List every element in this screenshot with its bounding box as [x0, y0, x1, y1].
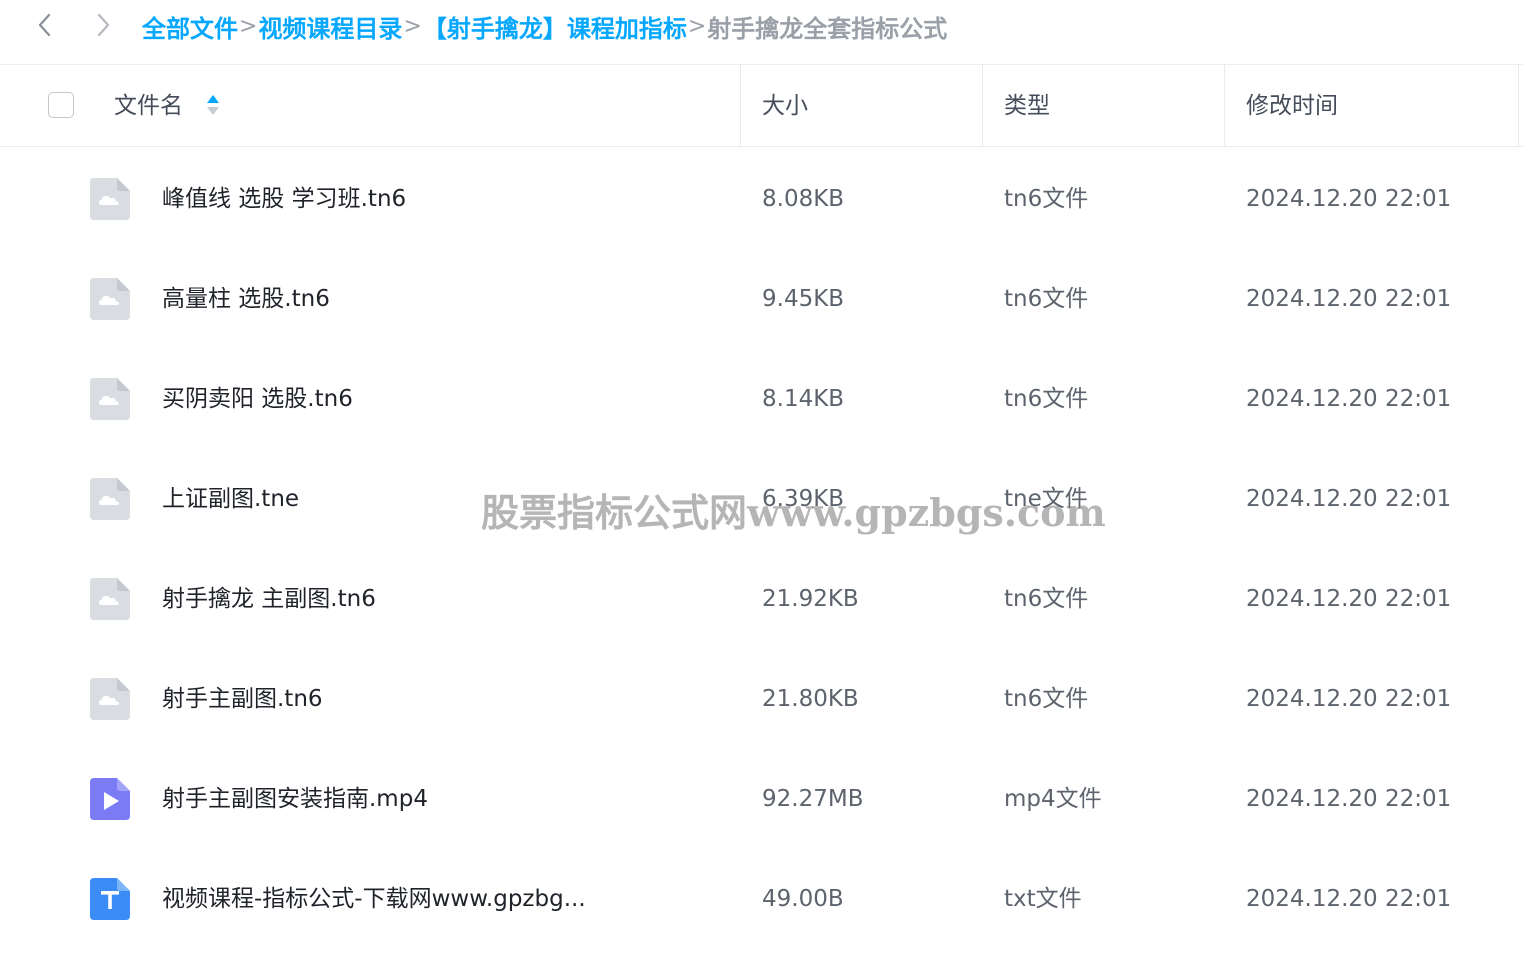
- file-name[interactable]: 射手主副图.tn6: [162, 683, 323, 715]
- select-all-checkbox[interactable]: [48, 92, 74, 118]
- column-header-type[interactable]: 类型: [1004, 90, 1050, 122]
- file-size: 8.08KB: [762, 186, 845, 212]
- file-modified-time: 2024.12.20 22:01: [1246, 386, 1452, 412]
- breadcrumb-current: 射手擒龙全套指标公式: [707, 14, 948, 43]
- file-name[interactable]: 射手主副图安装指南.mp4: [162, 783, 428, 815]
- file-type: tn6文件: [1004, 586, 1089, 612]
- file-size: 49.00B: [762, 886, 844, 912]
- column-header-modified-time[interactable]: 修改时间: [1246, 90, 1338, 122]
- breadcrumb-item-all-files[interactable]: 全部文件: [142, 9, 238, 44]
- file-name[interactable]: 视频课程-指标公式-下载网www.gpzbg...: [162, 883, 586, 915]
- column-divider[interactable]: [1518, 65, 1519, 147]
- column-divider[interactable]: [740, 65, 741, 147]
- breadcrumb-item-course-folder[interactable]: 【射手擒龙】课程加指标: [423, 9, 687, 44]
- file-type: tn6文件: [1004, 386, 1089, 412]
- generic-file-icon: [90, 478, 130, 520]
- table-row[interactable]: 射手主副图.tn6 21.80KB tn6文件 2024.12.20 22:01: [0, 649, 1523, 749]
- file-name[interactable]: 高量柱 选股.tn6: [162, 283, 330, 315]
- table-row[interactable]: 高量柱 选股.tn6 9.45KB tn6文件 2024.12.20 22:01: [0, 249, 1523, 349]
- file-size: 21.92KB: [762, 586, 859, 612]
- file-type: tne文件: [1004, 486, 1088, 512]
- file-name[interactable]: 射手擒龙 主副图.tn6: [162, 583, 376, 615]
- column-divider[interactable]: [1224, 65, 1225, 147]
- generic-file-icon: [90, 278, 130, 320]
- breadcrumb-separator: >: [687, 13, 707, 39]
- file-modified-time: 2024.12.20 22:01: [1246, 686, 1452, 712]
- divider: [0, 146, 1523, 147]
- column-header-size[interactable]: 大小: [762, 90, 808, 122]
- breadcrumb: 全部文件 > 视频课程目录 > 【射手擒龙】课程加指标 > 射手擒龙全套指标公式: [142, 8, 947, 44]
- toolbar: 全部文件 > 视频课程目录 > 【射手擒龙】课程加指标 > 射手擒龙全套指标公式: [0, 0, 1523, 64]
- text-file-icon: [90, 878, 130, 920]
- breadcrumb-separator: >: [403, 13, 422, 39]
- table-row[interactable]: 峰值线 选股 学习班.tn6 8.08KB tn6文件 2024.12.20 2…: [0, 149, 1523, 249]
- generic-file-icon: [90, 178, 130, 220]
- file-type: txt文件: [1004, 886, 1082, 912]
- file-name[interactable]: 买阴卖阳 选股.tn6: [162, 383, 353, 415]
- video-file-icon: [90, 778, 130, 820]
- sort-icon[interactable]: [205, 93, 221, 119]
- column-header-name[interactable]: 文件名: [114, 90, 183, 122]
- file-size: 8.14KB: [762, 386, 845, 412]
- file-modified-time: 2024.12.20 22:01: [1246, 286, 1452, 312]
- generic-file-icon: [90, 678, 130, 720]
- file-modified-time: 2024.12.20 22:01: [1246, 486, 1452, 512]
- file-modified-time: 2024.12.20 22:01: [1246, 886, 1452, 912]
- table-row[interactable]: 上证副图.tne 6.39KB tne文件 2024.12.20 22:01: [0, 449, 1523, 549]
- file-size: 92.27MB: [762, 786, 864, 812]
- back-button[interactable]: [30, 10, 60, 40]
- forward-button[interactable]: [88, 10, 118, 40]
- chevron-left-icon: [38, 13, 51, 37]
- generic-file-icon: [90, 578, 130, 620]
- table-row[interactable]: 射手主副图安装指南.mp4 92.27MB mp4文件 2024.12.20 2…: [0, 749, 1523, 849]
- file-modified-time: 2024.12.20 22:01: [1246, 786, 1452, 812]
- file-size: 6.39KB: [762, 486, 845, 512]
- file-type: tn6文件: [1004, 186, 1089, 212]
- file-type: mp4文件: [1004, 786, 1102, 812]
- column-divider[interactable]: [982, 65, 983, 147]
- file-name[interactable]: 上证副图.tne: [162, 483, 299, 515]
- file-name[interactable]: 峰值线 选股 学习班.tn6: [162, 183, 406, 215]
- generic-file-icon: [90, 378, 130, 420]
- file-type: tn6文件: [1004, 286, 1089, 312]
- table-row[interactable]: 视频课程-指标公式-下载网www.gpzbg... 49.00B txt文件 2…: [0, 849, 1523, 949]
- file-size: 21.80KB: [762, 686, 859, 712]
- file-modified-time: 2024.12.20 22:01: [1246, 586, 1452, 612]
- breadcrumb-separator: >: [239, 13, 258, 39]
- breadcrumb-item-video-course-directory[interactable]: 视频课程目录: [258, 9, 402, 44]
- file-modified-time: 2024.12.20 22:01: [1246, 186, 1452, 212]
- table-row[interactable]: 买阴卖阳 选股.tn6 8.14KB tn6文件 2024.12.20 22:0…: [0, 349, 1523, 449]
- file-type: tn6文件: [1004, 686, 1089, 712]
- chevron-right-icon: [97, 13, 110, 37]
- file-size: 9.45KB: [762, 286, 845, 312]
- table-row[interactable]: 射手擒龙 主副图.tn6 21.92KB tn6文件 2024.12.20 22…: [0, 549, 1523, 649]
